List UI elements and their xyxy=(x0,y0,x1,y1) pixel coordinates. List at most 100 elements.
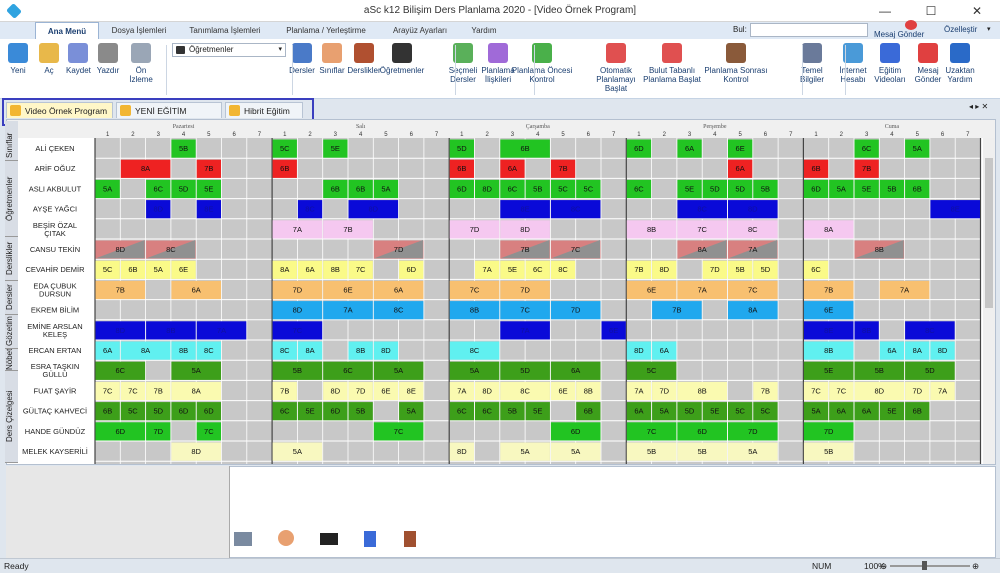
search-input[interactable] xyxy=(750,23,868,37)
lesson-label: 6A xyxy=(192,285,201,294)
lesson-label: 5E xyxy=(204,184,213,193)
lesson-label: 6E xyxy=(736,144,745,153)
lesson-label: 6A xyxy=(887,346,896,355)
tab-planlama[interactable]: Planlama / Yerleştirme xyxy=(278,22,374,39)
lesson-label: 6A xyxy=(660,346,669,355)
side-tab-3[interactable]: Dersler xyxy=(5,281,18,315)
lesson-label: 7C xyxy=(470,285,480,294)
ribbon-button-label: Aç xyxy=(44,66,54,75)
tab-arayuz[interactable]: Arayüz Ayarları xyxy=(382,22,458,39)
side-tab-2[interactable]: Gözetim xyxy=(5,315,18,349)
side-tab-0[interactable]: Ders Çizelgesi xyxy=(5,371,18,463)
ribbon-button-6[interactable]: Sınıflar xyxy=(318,43,346,75)
zoom-in-button[interactable]: ⊕ xyxy=(972,559,979,573)
ribbon-button-11[interactable]: Planlama Öncesi Kontrol xyxy=(508,43,576,84)
lesson-label: 5C xyxy=(103,265,113,274)
tab-ana-menu[interactable]: Ana Menü xyxy=(35,22,99,39)
teacher-name: ERCAN ERTAN xyxy=(28,346,81,355)
lesson-label: 6B xyxy=(331,184,340,193)
lesson-label: 6D xyxy=(204,407,214,416)
ribbon-button-18[interactable]: Mesaj Gönder xyxy=(912,43,944,84)
lesson-label: 8C xyxy=(204,346,214,355)
lesson-label: 6B xyxy=(103,407,112,416)
ribbon-button-15[interactable]: Temel Bilgiler xyxy=(795,43,829,84)
ribbon-button-8[interactable]: Öğretmenler xyxy=(376,43,428,75)
ribbon-button-4[interactable]: Ön İzleme xyxy=(129,43,153,84)
side-tab-6[interactable]: Sınıflar xyxy=(5,131,18,161)
ribbon-button-2[interactable]: Kaydet xyxy=(66,43,91,75)
ribbon-button-16[interactable]: İnternet Hesabı xyxy=(836,43,870,84)
minimize-button[interactable]: — xyxy=(862,0,908,22)
lesson-label: 7C xyxy=(128,386,138,395)
ribbon-button-19[interactable]: Uzaktan Yardım xyxy=(943,43,977,84)
zoom-slider[interactable] xyxy=(890,565,970,567)
lesson-label: 8D xyxy=(482,386,492,395)
lesson-label: 8B xyxy=(356,346,365,355)
lesson-label: 5E xyxy=(305,407,314,416)
lesson-label: 7C xyxy=(748,285,758,294)
view-select[interactable]: Öğretmenler ▾ xyxy=(172,43,286,57)
ribbon-button-0[interactable]: Yeni xyxy=(8,43,28,75)
lesson-label: 7B xyxy=(521,245,530,254)
tab-dosya[interactable]: Dosya İşlemleri xyxy=(104,22,174,39)
teacher-name: MELEK KAYSERİLİ xyxy=(22,447,88,456)
customize-menu[interactable]: Özelleştir xyxy=(944,25,977,34)
side-tab-5[interactable]: Öğretmenler xyxy=(5,161,18,237)
door-icon[interactable] xyxy=(404,531,416,547)
lesson-label: 5C xyxy=(735,407,745,416)
lesson-label: 7C xyxy=(293,326,303,335)
side-tab-1[interactable]: Nöbet xyxy=(5,349,18,371)
chevron-down-icon[interactable]: ▾ xyxy=(987,25,991,33)
tab-tanimlama[interactable]: Tanımlama İşlemleri xyxy=(180,22,270,39)
ribbon-divider xyxy=(845,45,846,95)
lesson-label: 5A xyxy=(407,407,416,416)
teacher-name: ALİ ÇEKEN xyxy=(35,144,74,153)
zoom-slider-thumb[interactable] xyxy=(922,561,927,570)
title-bar: aSc k12 Bilişim Ders Planlama 2020 - [Vi… xyxy=(0,0,1000,22)
message-send-link[interactable]: Mesaj Gönder xyxy=(874,30,924,39)
book-icon[interactable] xyxy=(364,531,376,547)
ribbon-button-14[interactable]: Planlama Sonrası Kontrol xyxy=(702,43,770,84)
side-tab-4[interactable]: Derslikler xyxy=(5,237,18,281)
ribbon-button-12[interactable]: Otomatik Planlamayı Başlat xyxy=(587,43,645,93)
lesson-label: 7B xyxy=(634,265,643,274)
graduation-cap-icon[interactable] xyxy=(320,533,338,545)
lesson-label: 8D xyxy=(293,306,303,315)
maximize-button[interactable]: ☐ xyxy=(908,0,954,22)
lesson-label: 5B xyxy=(179,144,188,153)
lesson-label: 8D xyxy=(331,386,341,395)
ribbon-button-3[interactable]: Yazdır xyxy=(95,43,121,75)
video-icon xyxy=(880,43,900,63)
lesson-label: 5D xyxy=(179,184,189,193)
building-icon[interactable] xyxy=(234,532,252,546)
close-button[interactable]: ✕ xyxy=(954,0,1000,22)
lesson-label: 8E xyxy=(521,205,530,214)
ribbon-button-label: Yeni xyxy=(10,66,26,75)
check-icon xyxy=(532,43,552,63)
lesson-label: 6E xyxy=(558,386,567,395)
ribbon-button-label: Sınıflar xyxy=(319,66,345,75)
lesson-label: 6A xyxy=(571,366,580,375)
teacher-name: GÜLLÜ xyxy=(42,370,67,379)
lesson-label: 8D xyxy=(748,205,758,214)
ribbon-divider xyxy=(534,45,535,95)
new-file-icon xyxy=(8,43,28,63)
lesson-label: 6C xyxy=(343,366,353,375)
lesson-label: 5C xyxy=(761,407,771,416)
timetable-svg: Pazartesi1 2 3 4 5 6 7Salı1 2 3 4 5 6 7Çarşamba1 2 3 4 5… xyxy=(7,120,995,464)
ribbon-button-13[interactable]: Bulut Tabanlı Planlama Başlat xyxy=(641,43,703,84)
tab-yardim[interactable]: Yardım xyxy=(464,22,504,39)
ribbon-button-1[interactable]: Aç xyxy=(37,43,61,75)
tab-scroll-arrows[interactable]: ◂ ▸ ✕ xyxy=(969,102,988,111)
ribbon-divider xyxy=(292,45,293,95)
ribbon-button-label: Uzaktan Yardım xyxy=(945,66,975,84)
lesson-label: 6A xyxy=(736,164,745,173)
lesson-label: 6E xyxy=(824,306,833,315)
ribbon-divider xyxy=(455,45,456,95)
lesson-label: 5A xyxy=(394,366,403,375)
ribbon-button-9[interactable]: Seçmeli Dersler xyxy=(448,43,478,84)
class-icon[interactable] xyxy=(278,530,294,546)
ribbon-button-17[interactable]: Eğitim Videoları xyxy=(873,43,907,84)
ribbon-button-label: Otomatik Planlamayı Başlat xyxy=(596,66,636,93)
zoom-out-button[interactable]: ⊖ xyxy=(880,559,887,573)
